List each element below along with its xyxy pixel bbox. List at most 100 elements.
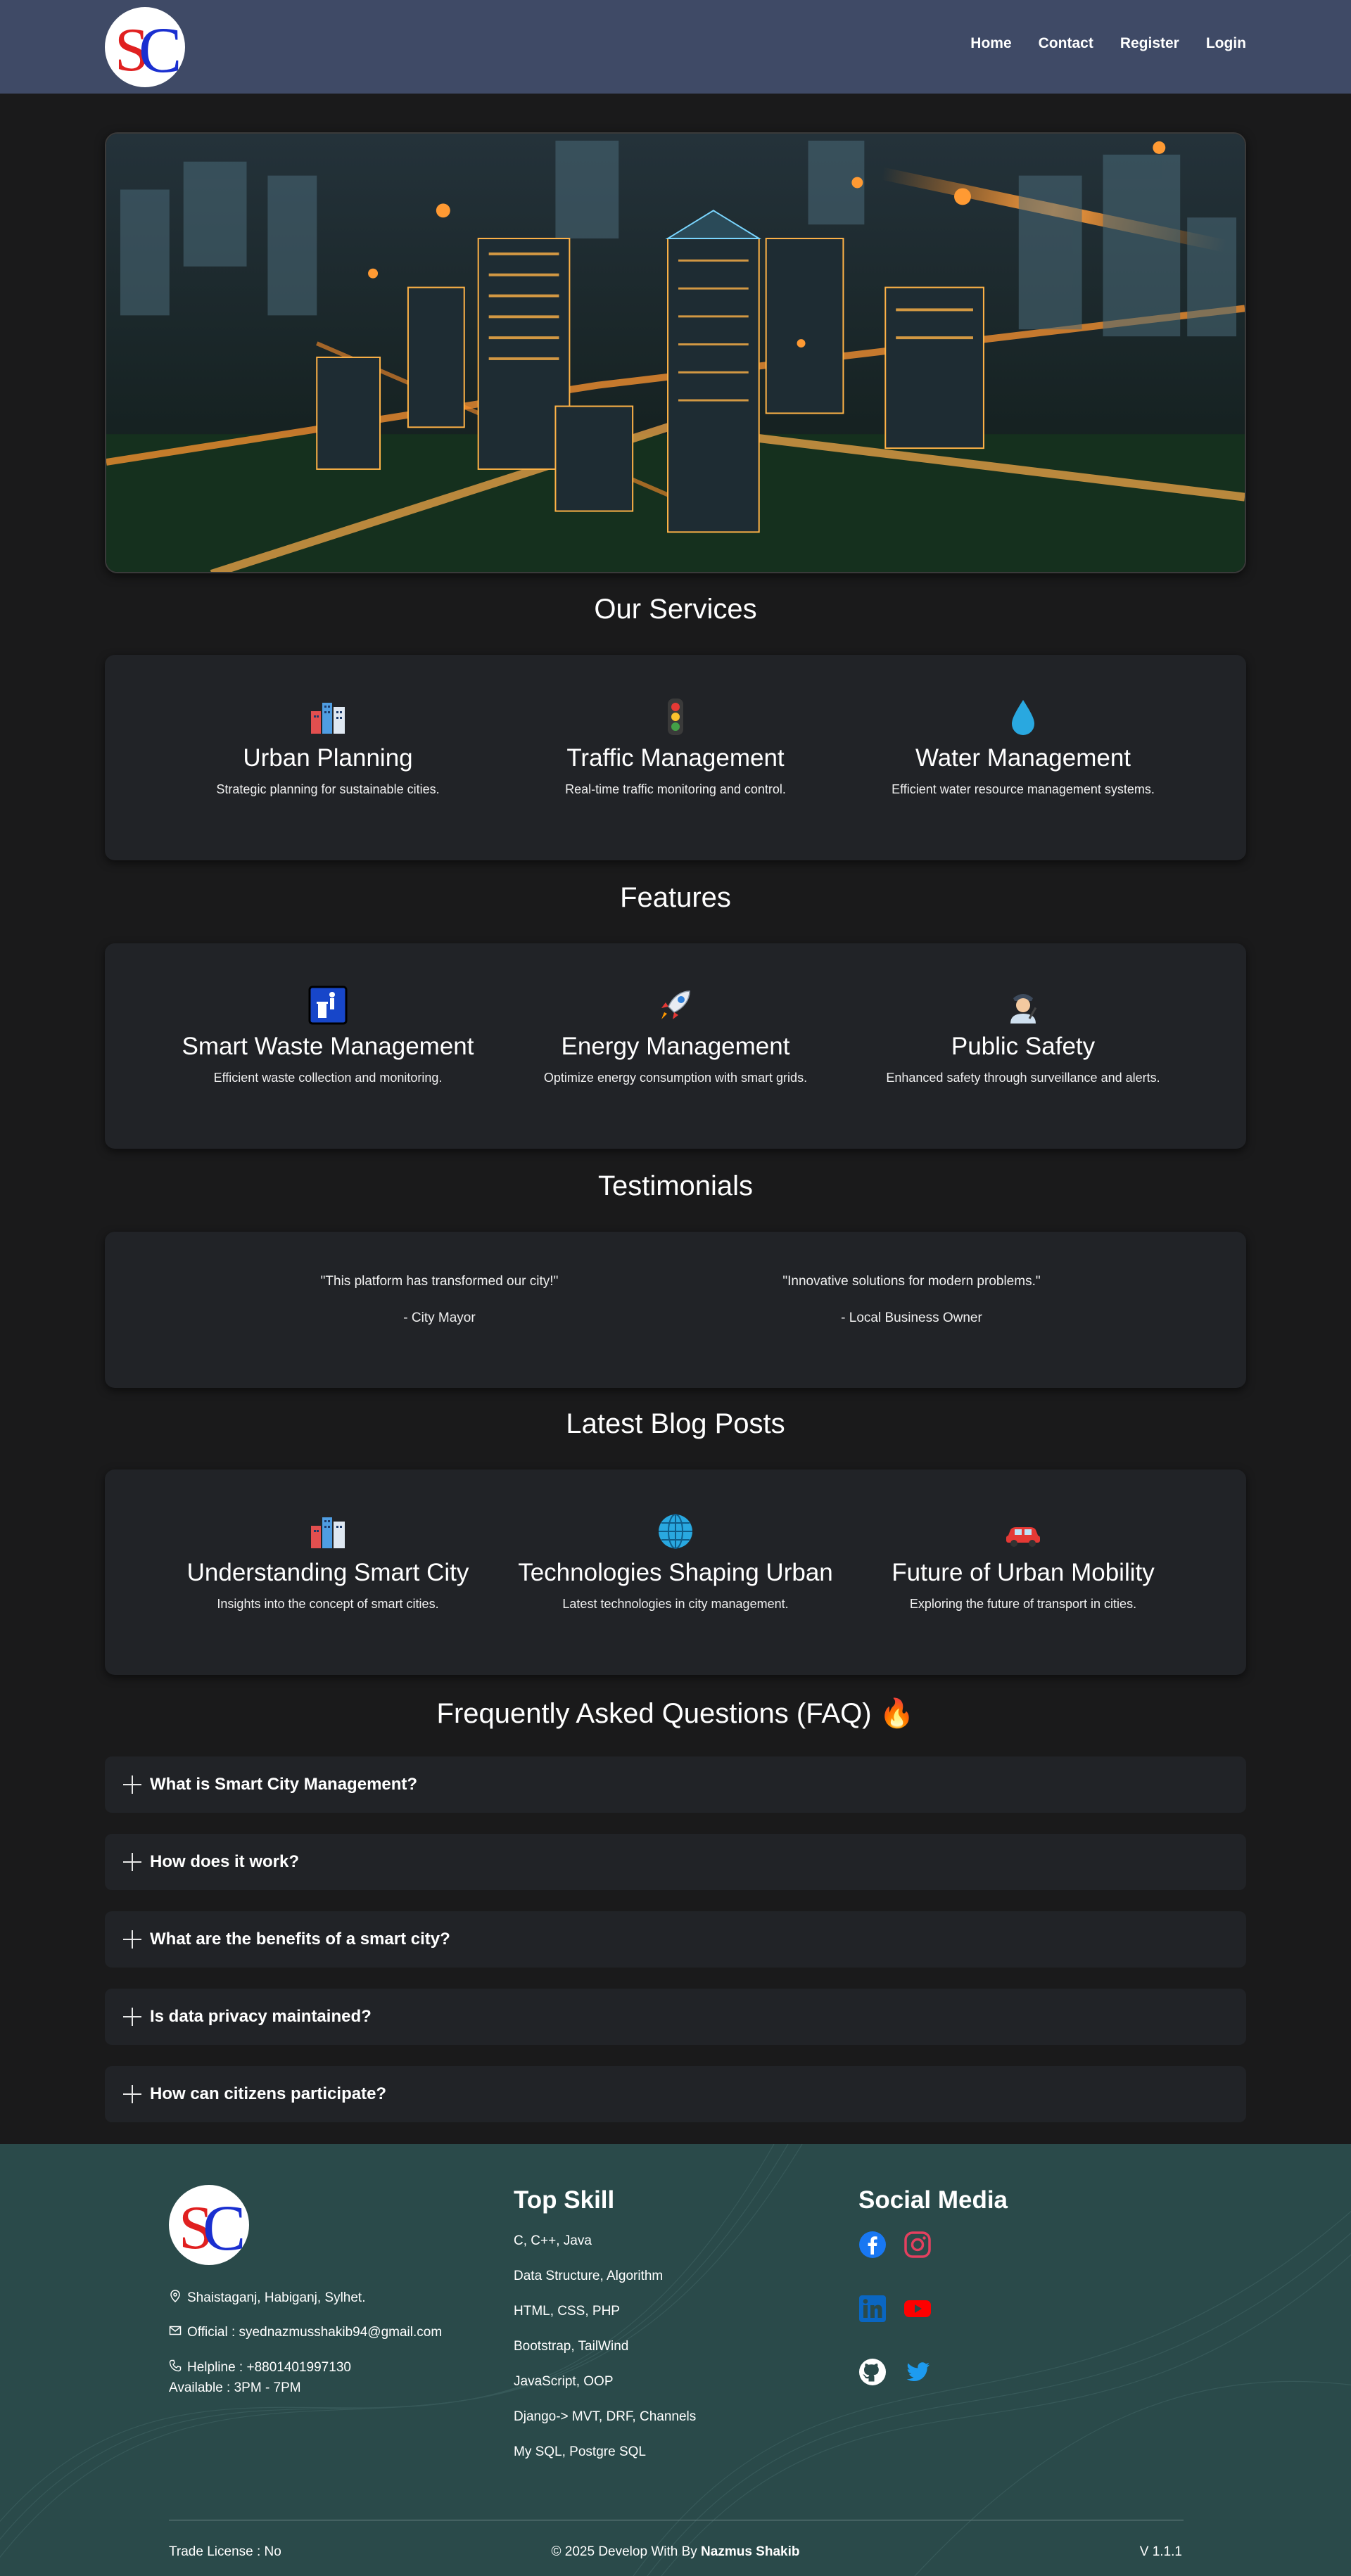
- services-title: Our Services: [594, 594, 757, 625]
- footer-address: Shaistaganj, Habiganj, Sylhet.: [169, 2290, 366, 2307]
- faq-question: How can citizens participate?: [150, 2084, 387, 2103]
- testimonial-author: - City Mayor: [403, 1311, 476, 1325]
- testimonial-item: "Innovative solutions for modern problem…: [715, 1232, 1109, 1388]
- blog-post-desc: Insights into the concept of smart citie…: [217, 1597, 439, 1611]
- skill-item: HTML, CSS, PHP: [514, 2304, 620, 2319]
- blog-post-title: Technologies Shaping Urban: [518, 1559, 833, 1586]
- service-item: Urban Planning Strategic planning for su…: [166, 655, 490, 797]
- service-desc: Real-time traffic monitoring and control…: [565, 782, 786, 796]
- hero-image: [105, 132, 1246, 573]
- service-title: Water Management: [915, 744, 1131, 772]
- faq-item[interactable]: What is Smart City Management?: [105, 1756, 1246, 1813]
- service-desc: Efficient water resource management syst…: [892, 782, 1155, 796]
- blog-item[interactable]: Technologies Shaping Urban Latest techno…: [514, 1469, 837, 1612]
- site-logo[interactable]: S C: [105, 7, 185, 87]
- skill-item: Bootstrap, TailWind: [514, 2339, 629, 2354]
- skills-title: Top Skill: [514, 2186, 615, 2214]
- testimonials-title: Testimonials: [597, 1171, 754, 1201]
- envelope-icon: [169, 2324, 182, 2341]
- features-title: Features: [620, 882, 731, 913]
- location-pin-icon: [169, 2290, 182, 2307]
- testimonials-card: "This platform has transformed our city!…: [105, 1232, 1246, 1388]
- social-title: Social Media: [858, 2186, 1008, 2214]
- skill-item: My SQL, Postgre SQL: [514, 2444, 646, 2459]
- footer-availability: Available : 3PM - 7PM: [169, 2380, 301, 2395]
- faq-item[interactable]: How can citizens participate?: [105, 2066, 1246, 2122]
- blog-post-desc: Latest technologies in city management.: [562, 1597, 789, 1611]
- service-item: Water Management Efficient water resourc…: [861, 655, 1185, 797]
- faq-title: Frequently Asked Questions (FAQ) 🔥: [436, 1698, 915, 1729]
- nav-home[interactable]: Home: [970, 35, 1011, 52]
- blog-post-title: Future of Urban Mobility: [892, 1559, 1155, 1586]
- services-card: Urban Planning Strategic planning for su…: [105, 655, 1246, 860]
- waste-bin-icon: [308, 986, 348, 1025]
- city-icon: [308, 1512, 348, 1551]
- faq-question: What is Smart City Management?: [150, 1775, 418, 1794]
- copyright-author[interactable]: Nazmus Shakib: [701, 2544, 799, 2559]
- svg-text:C: C: [139, 14, 182, 86]
- version-label: V 1.1.1: [1139, 2544, 1182, 2559]
- service-title: Traffic Management: [566, 744, 785, 772]
- faq-item[interactable]: What are the benefits of a smart city?: [105, 1911, 1246, 1968]
- faq-question: Is data privacy maintained?: [150, 2007, 372, 2026]
- facebook-icon[interactable]: [858, 2231, 887, 2259]
- testimonial-author: - Local Business Owner: [841, 1311, 982, 1325]
- faq-item[interactable]: How does it work?: [105, 1834, 1246, 1890]
- faq-question: How does it work?: [150, 1852, 300, 1871]
- footer-helpline: Helpline : +8801401997130: [169, 2359, 351, 2376]
- footer-email[interactable]: Official : syednazmusshakib94@gmail.com: [169, 2324, 442, 2341]
- testimonial-item: "This platform has transformed our city!…: [243, 1232, 637, 1388]
- plus-icon: [123, 2085, 141, 2103]
- youtube-icon[interactable]: [903, 2295, 932, 2323]
- skill-item: JavaScript, OOP: [514, 2374, 614, 2389]
- footer-logo[interactable]: S C: [169, 2185, 249, 2265]
- nav-register[interactable]: Register: [1120, 35, 1179, 52]
- service-title: Urban Planning: [243, 744, 413, 772]
- plus-icon: [123, 2008, 141, 2026]
- feature-item: Smart Waste Management Efficient waste c…: [166, 943, 490, 1085]
- github-icon[interactable]: [858, 2358, 887, 2386]
- plus-icon: [123, 1853, 141, 1871]
- skill-item: Data Structure, Algorithm: [514, 2269, 664, 2283]
- faq-item[interactable]: Is data privacy maintained?: [105, 1989, 1246, 2045]
- nav-login[interactable]: Login: [1206, 35, 1246, 52]
- police-officer-icon: [1003, 986, 1043, 1025]
- feature-title: Energy Management: [561, 1033, 790, 1060]
- feature-item: Public Safety Enhanced safety through su…: [861, 943, 1185, 1085]
- site-header: S C Home Contact Register Login: [0, 0, 1351, 94]
- plus-icon: [123, 1775, 141, 1794]
- testimonial-quote: "Innovative solutions for modern problem…: [782, 1274, 1041, 1289]
- main-nav: Home Contact Register Login: [970, 35, 1246, 52]
- service-item: Traffic Management Real-time traffic mon…: [514, 655, 837, 797]
- skill-item: C, C++, Java: [514, 2233, 592, 2248]
- blog-item[interactable]: Future of Urban Mobility Exploring the f…: [861, 1469, 1185, 1612]
- service-desc: Strategic planning for sustainable citie…: [216, 782, 440, 796]
- blog-title: Latest Blog Posts: [566, 1408, 785, 1439]
- nav-contact[interactable]: Contact: [1039, 35, 1093, 52]
- faq-question: What are the benefits of a smart city?: [150, 1930, 450, 1949]
- instagram-icon[interactable]: [903, 2231, 932, 2259]
- features-card: Smart Waste Management Efficient waste c…: [105, 943, 1246, 1149]
- globe-icon: [656, 1512, 695, 1551]
- twitter-icon[interactable]: [903, 2358, 932, 2386]
- blog-item[interactable]: Understanding Smart City Insights into t…: [166, 1469, 490, 1612]
- linkedin-icon[interactable]: [858, 2295, 887, 2323]
- blog-card: Understanding Smart City Insights into t…: [105, 1469, 1246, 1675]
- traffic-light-icon: [656, 697, 695, 737]
- testimonial-quote: "This platform has transformed our city!…: [320, 1274, 559, 1289]
- blog-post-title: Understanding Smart City: [186, 1559, 469, 1586]
- copyright-prefix: © 2025 Develop With By: [551, 2544, 702, 2559]
- feature-title: Public Safety: [951, 1033, 1096, 1060]
- blog-post-desc: Exploring the future of transport in cit…: [909, 1597, 1137, 1611]
- rocket-icon: [656, 986, 695, 1025]
- skill-item: Django-> MVT, DRF, Channels: [514, 2409, 697, 2424]
- phone-icon: [169, 2359, 182, 2376]
- car-icon: [1003, 1512, 1043, 1551]
- city-icon: [308, 697, 348, 737]
- feature-item: Energy Management Optimize energy consum…: [514, 943, 837, 1085]
- feature-desc: Efficient waste collection and monitorin…: [213, 1071, 443, 1085]
- feature-title: Smart Waste Management: [182, 1033, 474, 1060]
- feature-desc: Optimize energy consumption with smart g…: [543, 1071, 808, 1085]
- water-drop-icon: [1003, 697, 1043, 737]
- feature-desc: Enhanced safety through surveillance and…: [886, 1071, 1160, 1085]
